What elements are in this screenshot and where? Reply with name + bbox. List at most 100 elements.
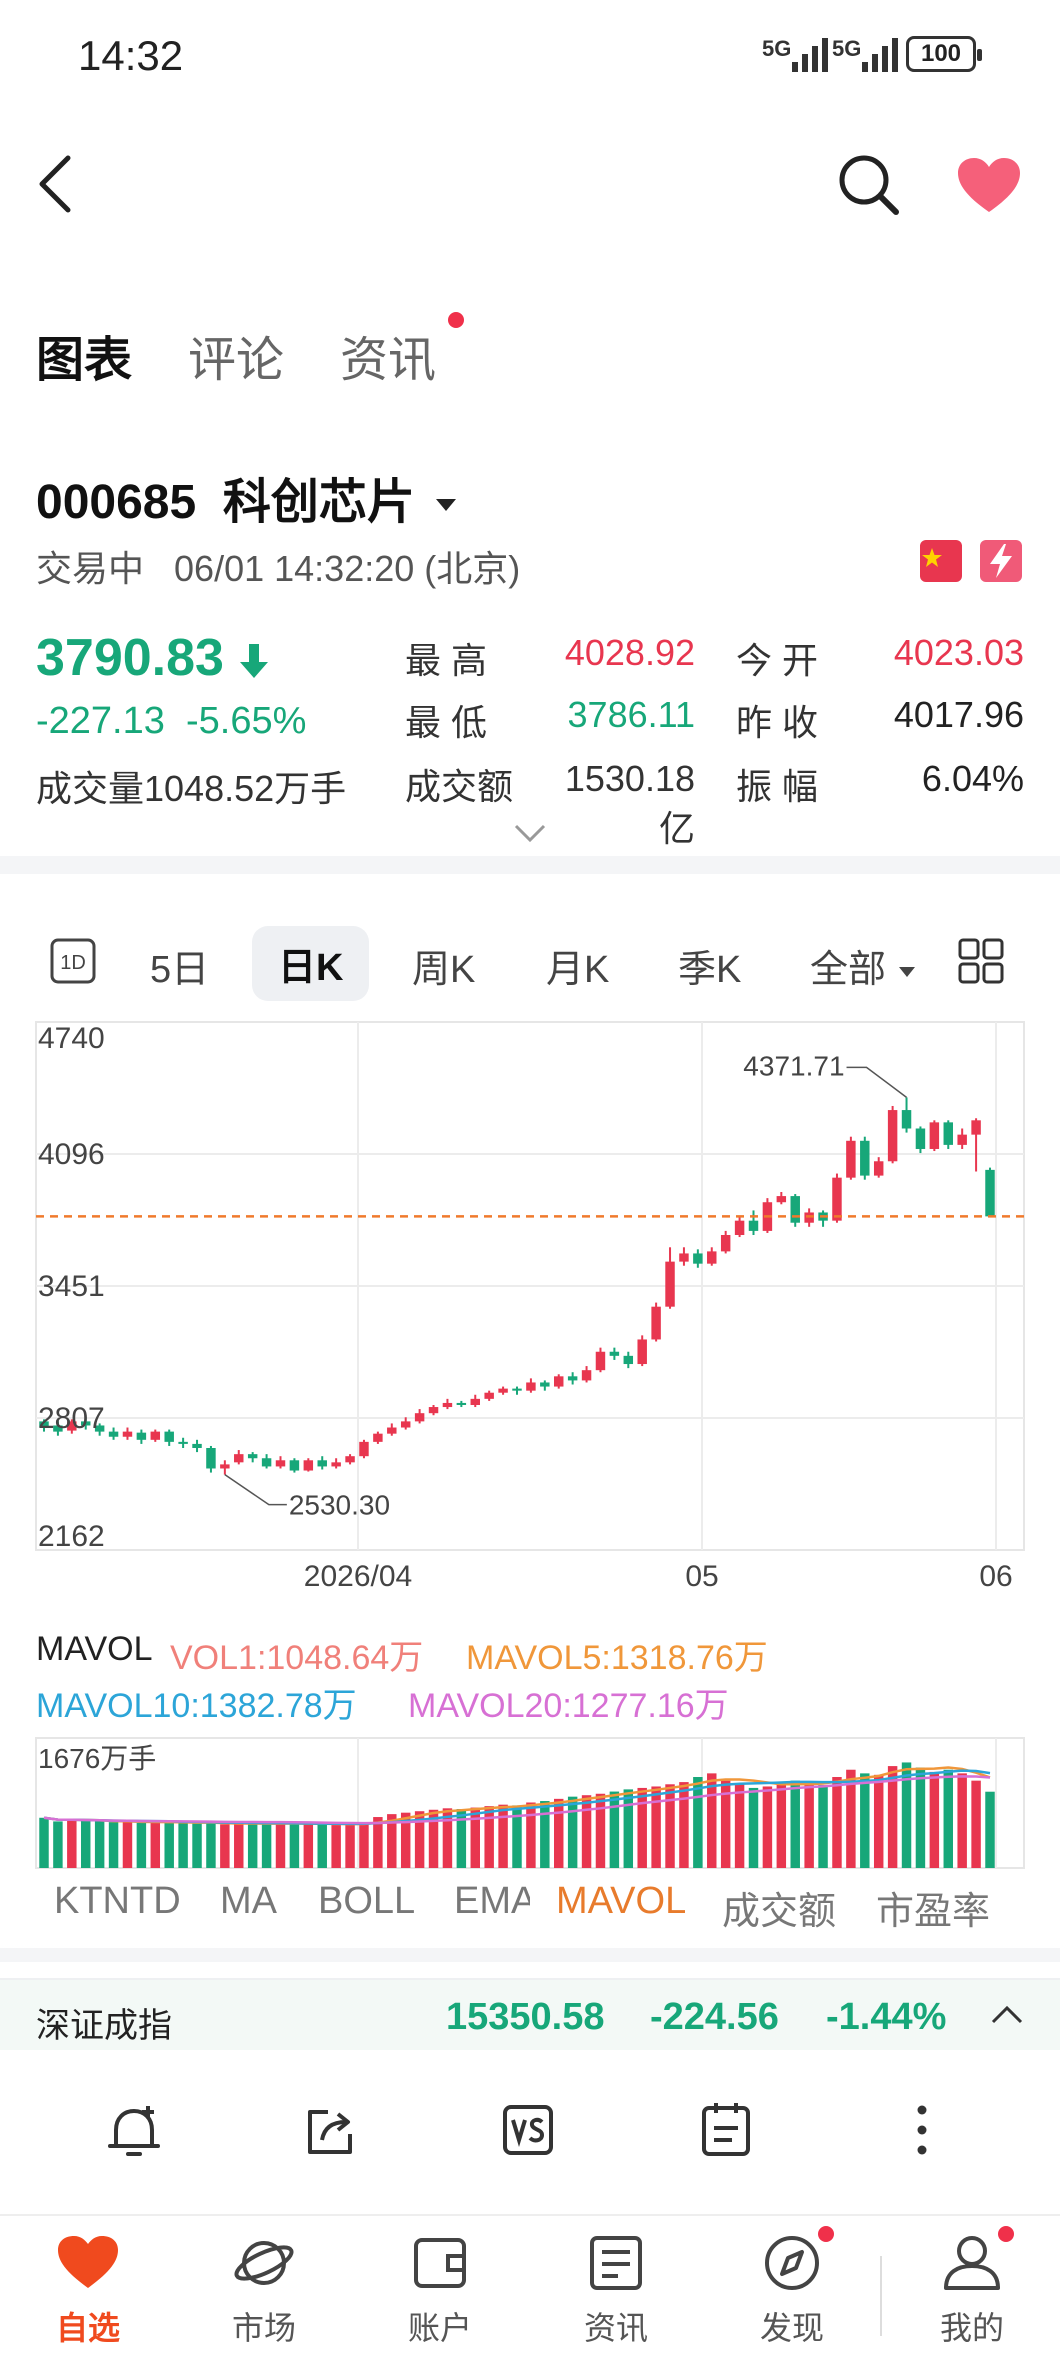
grid-layout-icon[interactable]	[958, 938, 1004, 984]
candle-body	[317, 1460, 327, 1467]
volume-bar	[359, 1822, 369, 1868]
candle-body	[400, 1421, 411, 1428]
favorite-heart-icon[interactable]	[956, 156, 1022, 214]
candle-body	[122, 1431, 133, 1437]
candle-body	[971, 1120, 981, 1135]
intraday-1d-icon[interactable]: 1D	[50, 938, 96, 984]
y-axis-labels: 4740 4096 3451 2807 2162	[38, 1022, 105, 1553]
period-quarterly-k[interactable]: 季K	[678, 938, 741, 993]
news-badge-dot	[448, 312, 464, 328]
indicator-boll[interactable]: BOLL	[318, 1880, 415, 1923]
volume-bar	[122, 1822, 133, 1868]
candle	[679, 1247, 689, 1266]
nav-market[interactable]: 市场	[194, 2234, 334, 2349]
period-daily-k[interactable]: 日K	[252, 926, 370, 1001]
volume-bar	[456, 1809, 467, 1868]
stock-title[interactable]: 000685 科创芯片	[36, 462, 458, 532]
indicator-mavol[interactable]: MAVOL	[556, 1880, 686, 1923]
candle-body	[442, 1402, 453, 1408]
candle	[887, 1105, 898, 1164]
candle	[915, 1126, 926, 1154]
volume-bar	[67, 1819, 77, 1868]
index-ticker-bar[interactable]: 深证成指 15350.58 -224.56 -1.44%	[0, 1978, 1060, 2050]
nav-news[interactable]: 资讯	[546, 2234, 686, 2349]
period-5day[interactable]: 5日	[150, 938, 209, 993]
trade-datetime: 06/01 14:32:20 (北京)	[174, 548, 521, 589]
candle-body	[387, 1427, 397, 1434]
period-weekly-k[interactable]: 周K	[412, 938, 475, 993]
period-monthly-k[interactable]: 月K	[546, 938, 609, 993]
tab-news[interactable]: 资讯	[340, 320, 436, 390]
volume-bar	[581, 1795, 592, 1868]
compare-vs-icon[interactable]	[502, 2104, 554, 2156]
y-tick-label: 3451	[38, 1270, 105, 1303]
volume-bar	[108, 1822, 119, 1868]
candle	[317, 1456, 327, 1470]
candle-body	[873, 1161, 884, 1176]
candle	[720, 1230, 731, 1254]
candle-body	[790, 1196, 800, 1223]
candle	[498, 1386, 508, 1395]
price-alert-bell-icon[interactable]	[106, 2102, 162, 2162]
share-icon[interactable]	[302, 2104, 358, 2160]
nav-discover[interactable]: 发现	[722, 2234, 862, 2349]
volume-bar	[484, 1806, 494, 1868]
more-vertical-icon[interactable]	[912, 2102, 932, 2158]
candle	[289, 1458, 300, 1473]
indicator-amount[interactable]: 成交额	[722, 1880, 836, 1935]
market-planet-icon	[234, 2241, 294, 2285]
nav-watchlist[interactable]: 自选	[18, 2234, 158, 2349]
search-icon[interactable]	[836, 152, 900, 216]
candle-body	[261, 1458, 272, 1467]
volume-bar	[860, 1773, 870, 1868]
tab-chart[interactable]: 图表	[36, 320, 147, 396]
nav-divider	[880, 2256, 882, 2336]
volume-bar	[651, 1786, 661, 1868]
candle	[359, 1439, 369, 1459]
expand-chevron-icon[interactable]	[512, 822, 548, 844]
indicator-pe[interactable]: 市盈率	[876, 1880, 990, 1935]
volume-bar	[623, 1789, 634, 1868]
candle	[567, 1372, 578, 1385]
chevron-up-icon[interactable]	[990, 2004, 1024, 2026]
amplitude-label: 振 幅	[736, 766, 819, 807]
back-arrow-icon[interactable]	[36, 154, 76, 214]
candle	[428, 1404, 439, 1416]
volume-bar	[609, 1791, 620, 1868]
volume-bar	[943, 1769, 953, 1868]
volume-bar	[303, 1824, 314, 1868]
amount-value: 1530.18亿	[564, 758, 695, 849]
prev-close-value: 4017.96	[893, 694, 1024, 735]
period-all[interactable]: 全部	[810, 938, 917, 993]
nav-profile[interactable]: 我的	[902, 2234, 1042, 2349]
trade-status-line: 交易中 06/01 14:32:20 (北京)	[36, 540, 520, 592]
candle-body	[470, 1398, 480, 1405]
stock-code: 000685	[36, 476, 197, 529]
candle-body	[720, 1235, 731, 1252]
prev-close-label: 昨 收	[736, 702, 819, 743]
tab-comments[interactable]: 评论	[188, 320, 284, 390]
candle-body	[373, 1433, 383, 1442]
calendar-notes-icon[interactable]	[700, 2100, 752, 2158]
candle	[846, 1136, 856, 1180]
y-tick-label: 4096	[38, 1138, 105, 1171]
dropdown-caret-icon	[898, 966, 915, 977]
candlestick-chart[interactable]: 4371.71 2530.30 4740 4096 3451 2807 2162 2026…	[0, 1010, 1060, 1890]
volume-bar	[776, 1782, 787, 1868]
candle	[929, 1120, 940, 1152]
volume-bar	[971, 1780, 981, 1868]
indicator-ma[interactable]: MA	[220, 1880, 277, 1923]
margin-trading-icon	[980, 540, 1022, 582]
candle	[873, 1157, 884, 1178]
candle-body	[679, 1253, 689, 1262]
down-arrow-icon	[240, 644, 269, 679]
volume-bar	[762, 1786, 773, 1868]
candle-body	[206, 1448, 216, 1469]
y-tick-label: 4740	[38, 1022, 105, 1055]
x-axis-labels: 2026/04 05 06	[304, 1560, 1013, 1593]
indicator-ema[interactable]: EMA	[454, 1880, 530, 1923]
index-name: 深证成指	[36, 2007, 172, 2045]
nav-account[interactable]: 账户	[370, 2234, 510, 2349]
indicator-ktntd[interactable]: KTNTD	[54, 1880, 181, 1923]
volume-bar	[957, 1773, 967, 1868]
